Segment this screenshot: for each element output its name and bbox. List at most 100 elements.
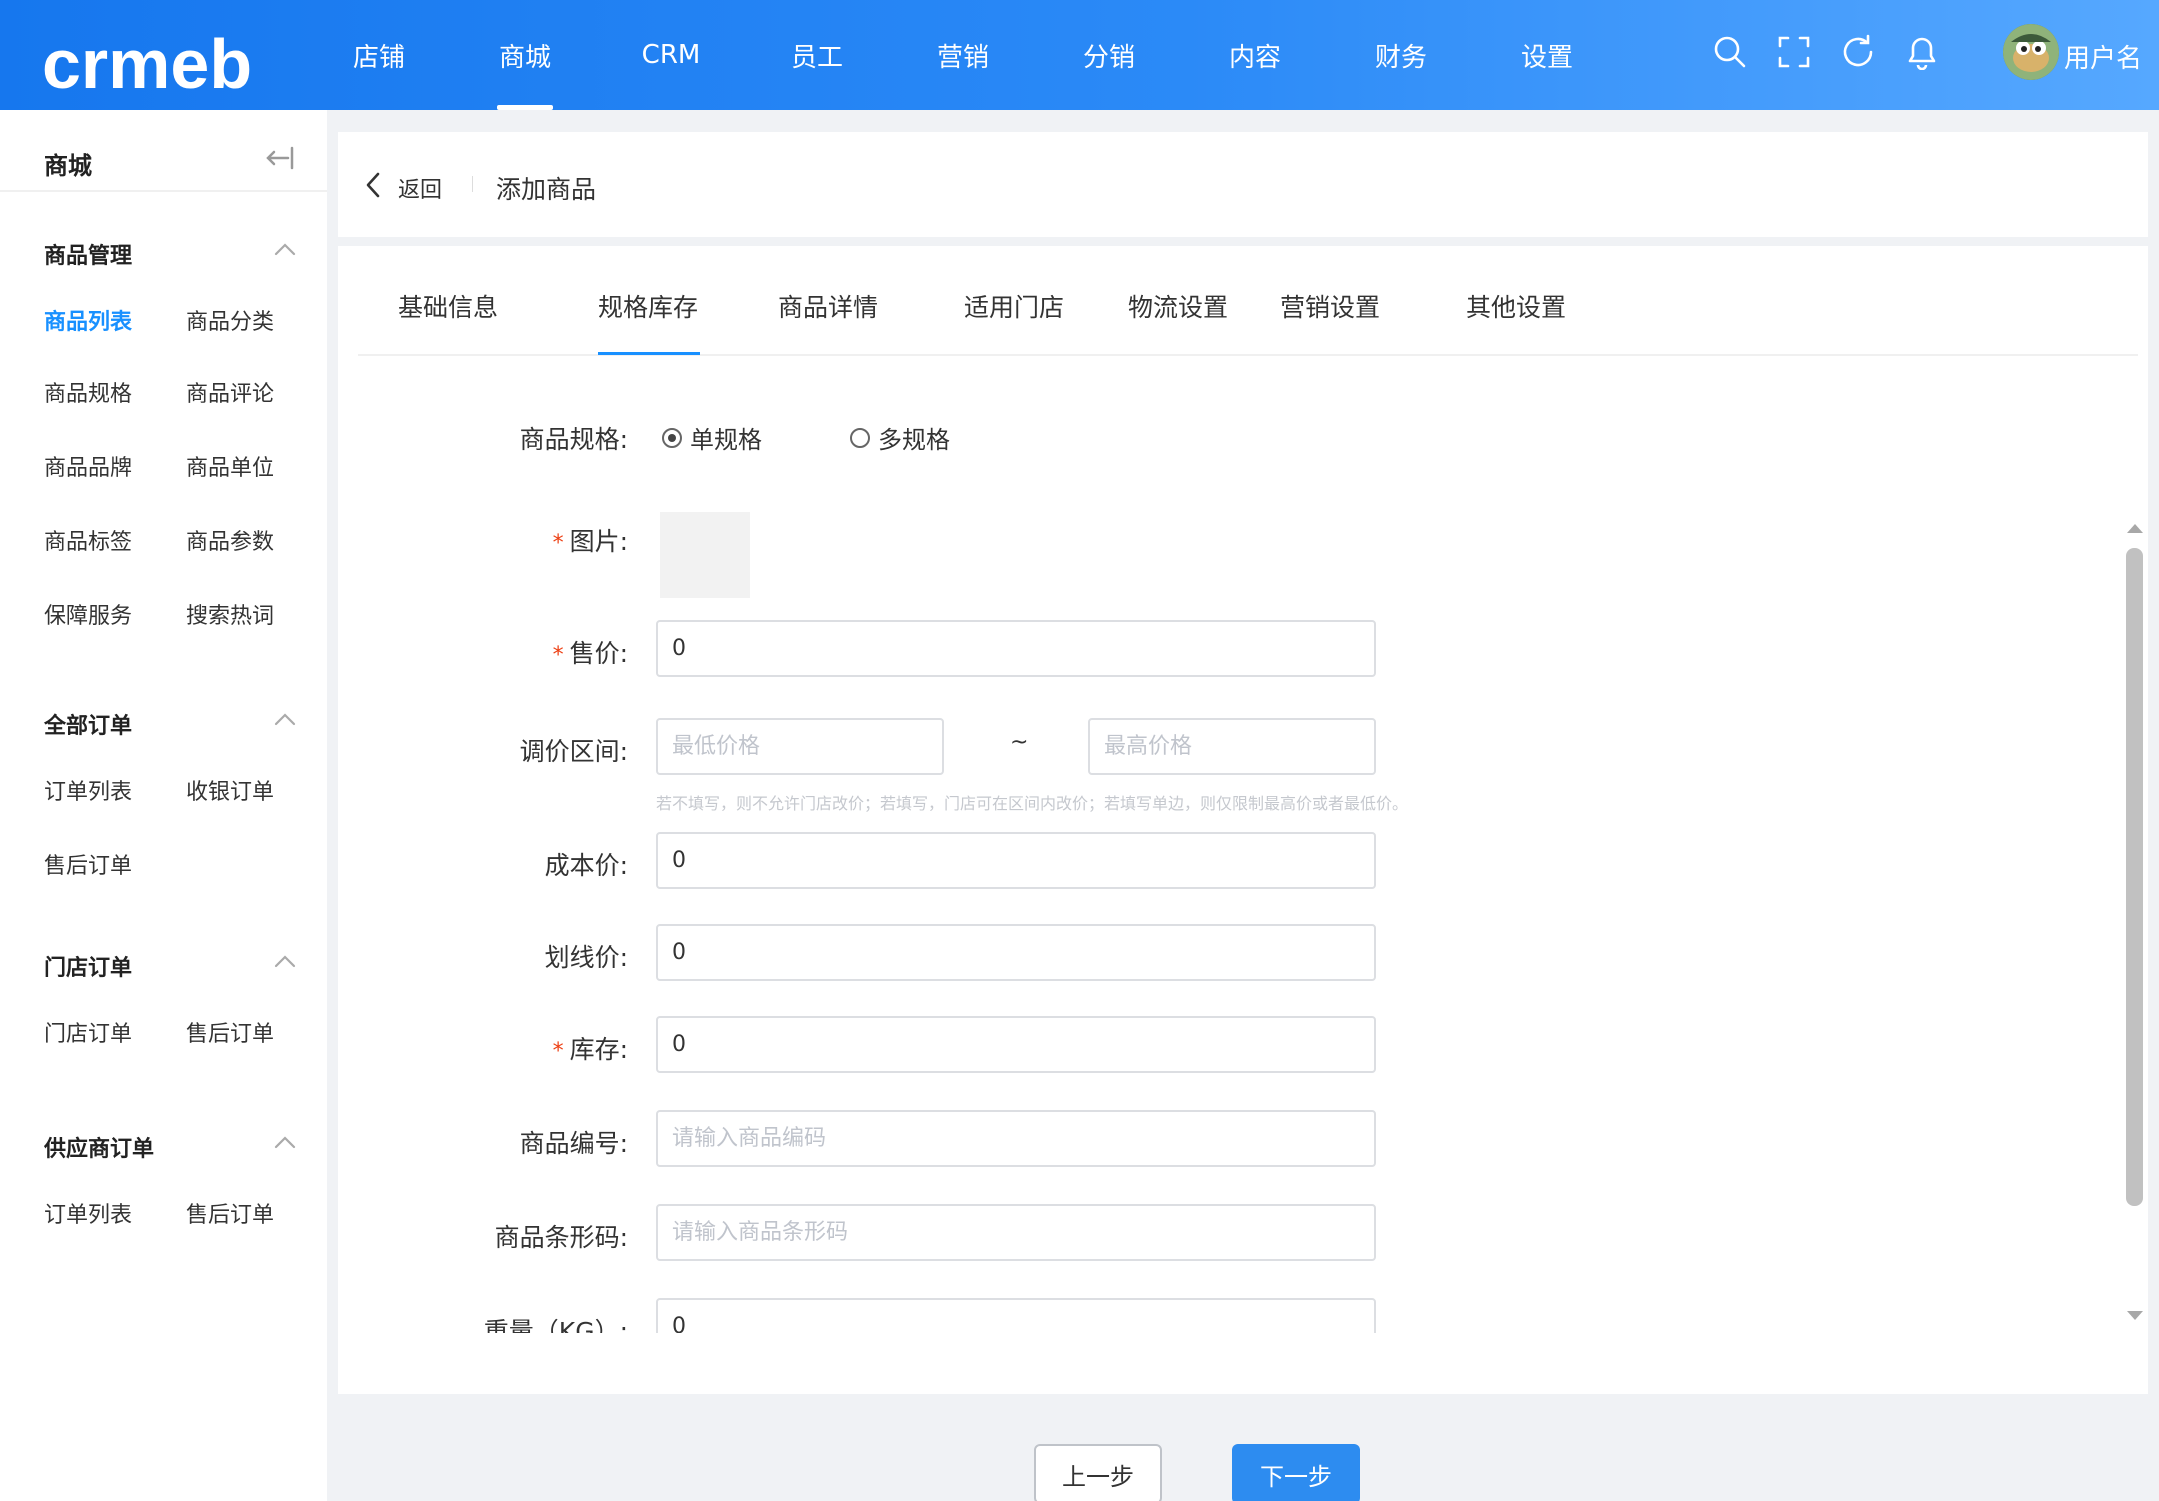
sidebar-item-product-tag[interactable]: 商品标签: [44, 524, 132, 556]
avatar[interactable]: [2003, 24, 2059, 80]
prev-step-button[interactable]: 上一步: [1034, 1444, 1162, 1501]
sidebar-item-product-param[interactable]: 商品参数: [186, 524, 274, 556]
sidebar: 商城 商品管理 商品列表 商品分类 商品规格 商品评论 商品品牌 商品单位 商品…: [0, 110, 327, 1501]
required-mark: *: [552, 1039, 564, 1064]
form-tabs: 基础信息 规格库存 商品详情 适用门店 物流设置 营销设置 其他设置: [358, 246, 2138, 356]
nav-item-mall[interactable]: 商城: [452, 0, 598, 110]
tab-product-detail[interactable]: 商品详情: [778, 288, 878, 324]
menu-group-title[interactable]: 全部订单: [44, 708, 132, 740]
nav-item-finance[interactable]: 财务: [1328, 0, 1474, 110]
nav-item-staff[interactable]: 员工: [744, 0, 890, 110]
refresh-icon[interactable]: [1838, 32, 1878, 72]
sidebar-item-product-unit[interactable]: 商品单位: [186, 450, 274, 482]
image-label: * 图片:: [338, 522, 628, 558]
radio-label: 多规格: [878, 426, 950, 454]
menu-group-title[interactable]: 供应商订单: [44, 1131, 154, 1163]
chevron-left-icon[interactable]: [364, 172, 382, 198]
sidebar-item-product-review[interactable]: 商品评论: [186, 376, 274, 408]
sidebar-item-product-list[interactable]: 商品列表: [44, 304, 132, 336]
sidebar-item-store-order[interactable]: 门店订单: [44, 1016, 132, 1048]
scroll-down-arrow-icon[interactable]: [2126, 1310, 2144, 1322]
sidebar-header: 商城: [0, 110, 327, 192]
stock-input[interactable]: [656, 1016, 1376, 1073]
price-label-text: 售价:: [569, 639, 628, 668]
sidebar-title: 商城: [44, 152, 92, 180]
top-navbar: crmeb 店铺 商城 CRM 员工 营销 分销 内容 财务 设置 用户名: [0, 0, 2159, 110]
nav-item-crm[interactable]: CRM: [598, 0, 744, 110]
sidebar-item-order-list[interactable]: 订单列表: [44, 774, 132, 806]
tab-spec-stock[interactable]: 规格库存: [598, 288, 698, 324]
weight-input[interactable]: [656, 1298, 1376, 1333]
line-price-input[interactable]: [656, 924, 1376, 981]
sidebar-item-after-sale-order[interactable]: 售后订单: [44, 848, 132, 880]
price-range-label: 调价区间:: [519, 737, 628, 766]
breadcrumb: 返回 添加商品: [338, 132, 2148, 237]
active-tab-indicator: [598, 352, 700, 355]
barcode-input[interactable]: [656, 1204, 1376, 1261]
tab-other-settings[interactable]: 其他设置: [1466, 288, 1566, 324]
tab-basic-info[interactable]: 基础信息: [398, 288, 498, 324]
back-link[interactable]: 返回: [398, 172, 442, 204]
sidebar-item-product-spec[interactable]: 商品规格: [44, 376, 132, 408]
username[interactable]: 用户名: [2064, 38, 2142, 75]
bell-icon[interactable]: [1902, 32, 1942, 72]
barcode-label: 商品条形码:: [494, 1223, 628, 1252]
price-input[interactable]: [656, 620, 1376, 677]
radio-label: 单规格: [690, 426, 762, 454]
crmeb-logo[interactable]: crmeb: [40, 8, 250, 104]
sidebar-item-cashier-order[interactable]: 收银订单: [186, 774, 274, 806]
product-form-card: 基础信息 规格库存 商品详情 适用门店 物流设置 营销设置 其他设置 商品规格:…: [338, 246, 2148, 1394]
sidebar-item-store-after-sale[interactable]: 售后订单: [186, 1016, 274, 1048]
cost-price-label: 成本价:: [544, 851, 628, 880]
tab-marketing[interactable]: 营销设置: [1280, 288, 1380, 324]
price-label: * 售价:: [338, 634, 628, 670]
form-scroll-area[interactable]: 商品规格: 单规格 多规格 *图片: *售价: 调价区间: ~ 若不填写，则不允…: [338, 358, 2138, 1333]
chevron-up-icon[interactable]: [274, 1135, 296, 1149]
radio-dot[interactable]: [850, 427, 870, 448]
collapse-sidebar-icon[interactable]: [262, 146, 298, 170]
sidebar-item-guarantee[interactable]: 保障服务: [44, 598, 132, 630]
required-mark: *: [552, 531, 564, 556]
tab-applicable-store[interactable]: 适用门店: [964, 288, 1064, 324]
spec-label: 商品规格:: [519, 425, 628, 454]
image-label-text: 图片:: [569, 527, 628, 556]
weight-label: 重量（KG）:: [483, 1317, 628, 1333]
sidebar-item-supplier-after-sale[interactable]: 售后订单: [186, 1197, 274, 1229]
scrollbar-thumb[interactable]: [2126, 548, 2143, 1206]
next-step-button[interactable]: 下一步: [1232, 1444, 1360, 1501]
stock-label-text: 库存:: [569, 1035, 628, 1064]
search-icon[interactable]: [1710, 32, 1750, 72]
sidebar-item-product-category[interactable]: 商品分类: [186, 304, 274, 336]
nav-item-shop[interactable]: 店铺: [306, 0, 452, 110]
fullscreen-icon[interactable]: [1774, 32, 1814, 72]
nav-item-content[interactable]: 内容: [1182, 0, 1328, 110]
sidebar-item-hot-search[interactable]: 搜索热词: [186, 598, 274, 630]
tab-logistics[interactable]: 物流设置: [1128, 288, 1228, 324]
range-separator: ~: [1010, 730, 1029, 755]
radio-multi-spec[interactable]: 多规格: [850, 420, 950, 455]
min-price-input[interactable]: [656, 718, 944, 775]
max-price-input[interactable]: [1088, 718, 1376, 775]
chevron-up-icon[interactable]: [274, 954, 296, 968]
page-title: 添加商品: [496, 175, 597, 204]
breadcrumb-divider: [472, 176, 473, 192]
main-nav: 店铺 商城 CRM 员工 营销 分销 内容 财务 设置: [306, 0, 1620, 110]
image-upload[interactable]: [660, 512, 750, 598]
cost-price-input[interactable]: [656, 832, 1376, 889]
price-range-hint: 若不填写，则不允许门店改价；若填写，门店可在区间内改价；若填写单边，则仅限制最高…: [656, 794, 1409, 813]
nav-item-marketing[interactable]: 营销: [890, 0, 1036, 110]
product-code-input[interactable]: [656, 1110, 1376, 1167]
svg-text:crmeb: crmeb: [42, 25, 250, 103]
line-price-label: 划线价:: [544, 943, 628, 972]
radio-dot[interactable]: [662, 427, 682, 448]
nav-item-settings[interactable]: 设置: [1474, 0, 1620, 110]
scroll-up-arrow-icon[interactable]: [2126, 522, 2144, 534]
sidebar-item-product-brand[interactable]: 商品品牌: [44, 450, 132, 482]
radio-single-spec[interactable]: 单规格: [662, 420, 762, 455]
menu-group-title[interactable]: 门店订单: [44, 950, 132, 982]
chevron-up-icon[interactable]: [274, 712, 296, 726]
chevron-up-icon[interactable]: [274, 242, 296, 256]
sidebar-item-supplier-order-list[interactable]: 订单列表: [44, 1197, 132, 1229]
menu-group-title[interactable]: 商品管理: [44, 238, 132, 270]
nav-item-distribution[interactable]: 分销: [1036, 0, 1182, 110]
